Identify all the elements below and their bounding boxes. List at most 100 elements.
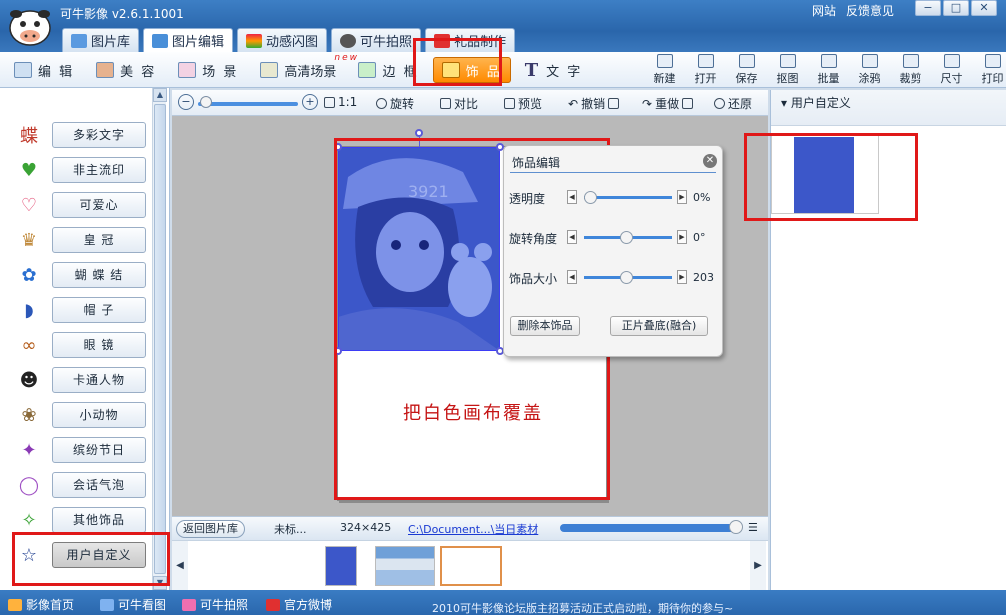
category-item[interactable]: ✦ 缤纷节日 xyxy=(12,435,162,465)
undo-button[interactable]: ↶ 撤销 xyxy=(568,95,620,112)
resize-button[interactable]: 尺寸 xyxy=(931,54,972,86)
category-item[interactable]: ♛ 皇 冠 xyxy=(12,225,162,255)
category-item[interactable]: ∞ 眼 镜 xyxy=(12,330,162,360)
zoom-in-icon[interactable]: + xyxy=(302,94,318,110)
slider-decrease-button[interactable]: ◀ xyxy=(567,190,577,204)
category-button[interactable]: 卡通人物 xyxy=(52,367,146,393)
category-item[interactable]: ♡ 可爱心 xyxy=(12,190,162,220)
slider-knob[interactable] xyxy=(620,271,633,284)
category-button[interactable]: 小动物 xyxy=(52,402,146,428)
print-button[interactable]: 打印 xyxy=(972,54,1006,86)
multiply-blend-button[interactable]: 正片叠底(融合) xyxy=(610,316,708,336)
sub-tab-beauty[interactable]: 美 容 xyxy=(88,57,164,83)
category-scrollbar[interactable]: ▲ ▼ xyxy=(152,88,167,590)
menu-icon[interactable]: ☰ xyxy=(748,521,758,534)
cutout-button[interactable]: 抠图 xyxy=(767,54,808,86)
website-link[interactable]: 网站 xyxy=(812,2,836,19)
category-button[interactable]: 非主流印 xyxy=(52,157,146,183)
restore-button[interactable]: 还原 xyxy=(714,95,752,112)
category-item[interactable]: ◯ 会话气泡 xyxy=(12,470,162,500)
file-path-link[interactable]: C:\Document...\当日素材 xyxy=(408,521,538,537)
back-to-gallery-button[interactable]: 返回图片库 xyxy=(176,520,245,538)
slider-knob[interactable] xyxy=(620,231,633,244)
progress-track[interactable] xyxy=(560,524,740,532)
thumbnail-selected[interactable] xyxy=(440,546,502,586)
tab-edit-picture[interactable]: 图片编辑 xyxy=(143,28,234,52)
category-button[interactable]: 会话气泡 xyxy=(52,472,146,498)
crop-button[interactable]: 裁剪 xyxy=(890,54,931,86)
scroll-up-button[interactable]: ▲ xyxy=(153,88,167,102)
category-item[interactable]: ◗ 帽 子 xyxy=(12,295,162,325)
category-item[interactable]: ☻ 卡通人物 xyxy=(12,365,162,395)
category-item[interactable]: ✧ 其他饰品 xyxy=(12,505,162,535)
slider-increase-button[interactable]: ▶ xyxy=(677,270,687,284)
redo-button[interactable]: ↷ 重做 xyxy=(642,95,694,112)
home-link[interactable]: 影像首页 xyxy=(8,596,74,613)
tool-label: 保存 xyxy=(735,72,758,85)
camera-link[interactable]: 可牛拍照 xyxy=(182,596,248,613)
save-button[interactable]: 保存 xyxy=(726,54,767,86)
sub-tab-edit[interactable]: 编 辑 xyxy=(6,57,82,83)
new-button[interactable]: 新建 xyxy=(644,54,685,86)
slider-increase-button[interactable]: ▶ xyxy=(677,230,687,244)
category-item[interactable]: ♥ 非主流印 xyxy=(12,155,162,185)
thumbnail[interactable] xyxy=(325,546,357,586)
zoom-slider-knob[interactable] xyxy=(200,96,212,108)
category-button[interactable]: 其他饰品 xyxy=(52,507,146,533)
feedback-link[interactable]: 反馈意见 xyxy=(846,2,894,19)
cow-logo-icon xyxy=(9,10,51,46)
redo-dropdown-icon[interactable] xyxy=(682,98,694,109)
delete-accessory-button[interactable]: 删除本饰品 xyxy=(510,316,580,336)
heart-stamp-icon: ♥ xyxy=(20,159,38,181)
tool-label: 打开 xyxy=(694,72,717,85)
zoom-out-icon[interactable]: − xyxy=(178,94,194,110)
sub-tab-text[interactable]: T 文 字 xyxy=(517,57,591,83)
slider-decrease-button[interactable]: ◀ xyxy=(567,270,577,284)
app-title: 可牛影像 v2.6.1.1001 xyxy=(60,7,184,21)
strip-left-arrow[interactable]: ◀ xyxy=(172,541,188,591)
compare-button[interactable]: 对比 xyxy=(440,95,478,112)
category-button[interactable]: 眼 镜 xyxy=(52,332,146,358)
slider-knob[interactable] xyxy=(584,191,597,204)
category-button[interactable]: 皇 冠 xyxy=(52,227,146,253)
tab-gallery[interactable]: 图片库 xyxy=(62,28,140,52)
rotate-handle[interactable] xyxy=(415,129,423,137)
undo-dropdown-icon[interactable] xyxy=(608,98,620,109)
category-item[interactable]: 蝶多彩文字 xyxy=(12,120,162,150)
strip-right-arrow[interactable]: ▶ xyxy=(750,541,766,591)
thumbnail[interactable] xyxy=(375,546,435,586)
scroll-thumb[interactable] xyxy=(154,104,166,574)
actual-size-button[interactable]: 1:1 xyxy=(324,95,357,109)
category-button[interactable]: 蝴 蝶 结 xyxy=(52,262,146,288)
progress-knob[interactable] xyxy=(728,520,743,534)
category-item[interactable]: ❀ 小动物 xyxy=(12,400,162,430)
weibo-link[interactable]: 官方微博 xyxy=(266,596,332,613)
tab-camera[interactable]: 可牛拍照 xyxy=(331,28,422,52)
sub-tab-scene[interactable]: 场 景 xyxy=(170,57,246,83)
doodle-button[interactable]: 涂鸦 xyxy=(849,54,890,86)
zoom-slider-track[interactable] xyxy=(198,102,298,106)
category-button[interactable]: 缤纷节日 xyxy=(52,437,146,463)
category-button[interactable]: 多彩文字 xyxy=(52,122,146,148)
tab-label: 图片库 xyxy=(91,35,131,50)
preview-button[interactable]: 预览 xyxy=(504,95,542,112)
close-button[interactable]: ✕ xyxy=(971,0,997,16)
category-button[interactable]: 帽 子 xyxy=(52,297,146,323)
rotate-button[interactable]: 旋转 xyxy=(376,95,414,112)
slider-decrease-button[interactable]: ◀ xyxy=(567,230,577,244)
frame-icon xyxy=(358,62,377,78)
minimize-button[interactable]: − xyxy=(915,0,941,16)
open-button[interactable]: 打开 xyxy=(685,54,726,86)
scene-icon xyxy=(178,62,197,78)
batch-button[interactable]: 批量 xyxy=(808,54,849,86)
maximize-button[interactable]: □ xyxy=(943,0,969,16)
slider-track[interactable] xyxy=(584,196,672,199)
viewer-link[interactable]: 可牛看图 xyxy=(100,596,166,613)
slider-increase-button[interactable]: ▶ xyxy=(677,190,687,204)
speech-bubble-icon: ◯ xyxy=(18,474,40,496)
category-button[interactable]: 可爱心 xyxy=(52,192,146,218)
category-item[interactable]: ✿ 蝴 蝶 结 xyxy=(12,260,162,290)
tab-flash[interactable]: 动感闪图 xyxy=(237,28,328,52)
close-icon[interactable]: ✕ xyxy=(703,154,717,168)
sub-tab-hd-scene[interactable]: 高清场景 new xyxy=(252,53,357,83)
